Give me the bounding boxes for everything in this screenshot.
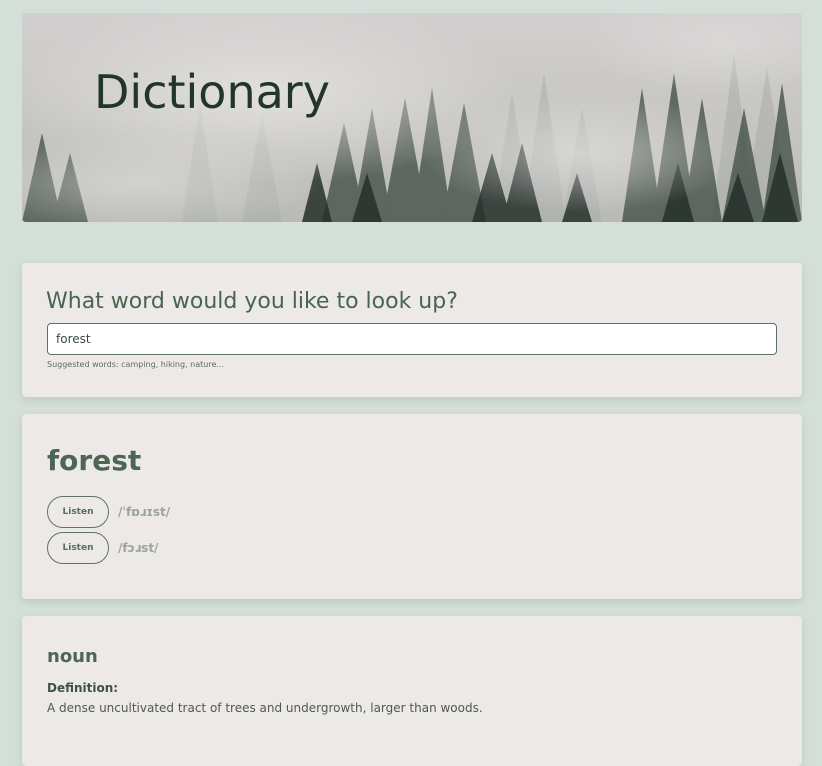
definition-label: Definition: [47, 681, 119, 695]
listen-button[interactable]: Listen [47, 496, 109, 528]
word-title: forest [47, 444, 142, 477]
search-heading: What word would you like to look up? [46, 289, 458, 314]
word-card: forest Listen /ˈfɒɹɪst/ Listen /fɔɹst/ [22, 414, 802, 599]
header-banner: Dictionary [22, 13, 802, 222]
phonetic-text: /ˈfɒɹɪst/ [118, 505, 171, 519]
meaning-card: noun Definition: A dense uncultivated tr… [22, 616, 802, 766]
search-input[interactable] [47, 323, 777, 355]
suggested-words-hint: Suggested words: camping, hiking, nature… [47, 360, 224, 369]
listen-button[interactable]: Listen [47, 532, 109, 564]
page-title: Dictionary [94, 65, 330, 119]
part-of-speech: noun [47, 646, 98, 667]
definition-text: A dense uncultivated tract of trees and … [47, 701, 483, 715]
phonetic-text: /fɔɹst/ [118, 541, 159, 555]
search-card: What word would you like to look up? Sug… [22, 263, 802, 397]
phonetic-row: Listen /ˈfɒɹɪst/ [47, 496, 170, 528]
phonetic-row: Listen /fɔɹst/ [47, 532, 158, 564]
